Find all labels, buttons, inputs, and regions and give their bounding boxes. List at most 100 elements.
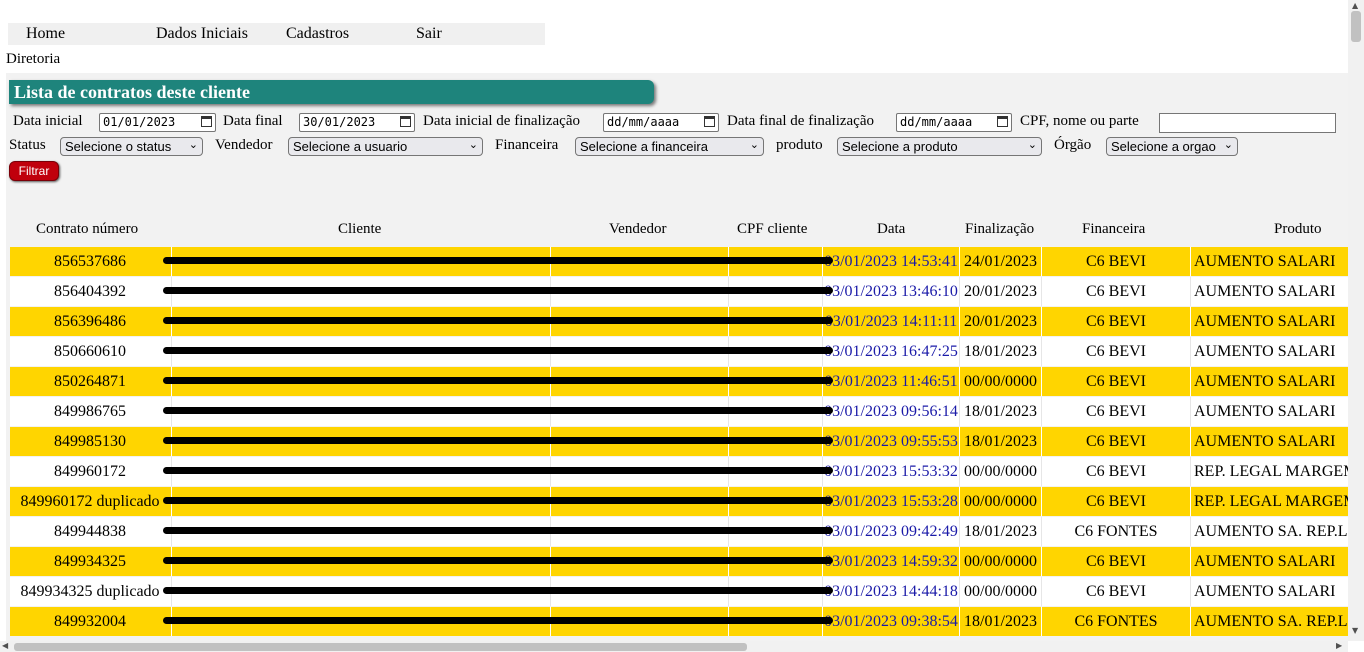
cell-data[interactable]: 03/01/2023 11:46:51 [823, 367, 959, 396]
cell-finalizacao: 18/01/2023 [964, 403, 1037, 420]
scroll-right-icon[interactable]: ▶ [1336, 641, 1342, 650]
cell-data[interactable]: 03/01/2023 09:42:49 [823, 517, 959, 546]
vendedor-select-value: Selecione a usuario [293, 139, 408, 154]
table-row[interactable]: 849934325 duplicado 03/01/2023 14:44:18 00… [10, 577, 1348, 606]
cell-data[interactable]: 03/01/2023 09:38:54 [823, 607, 959, 636]
vertical-scroll-thumb[interactable] [1351, 11, 1361, 42]
financeira-select-value: Selecione a financeira [580, 139, 708, 154]
chevron-down-icon: ⌄ [1223, 139, 1233, 151]
cell-financeira: C6 BEVI [1086, 343, 1146, 360]
calendar-icon[interactable] [997, 116, 1008, 127]
data-inicial-finalizacao-input[interactable]: dd/mm/aaaa [603, 113, 719, 132]
table-row[interactable]: 856537686 03/01/2023 14:53:41 24/01/2023 C6… [10, 247, 1348, 276]
header-data: Data [877, 221, 906, 237]
cell-contrato: 849934325 [54, 553, 126, 570]
header-contrato: Contrato número [36, 221, 139, 237]
cell-data[interactable]: 03/01/2023 14:44:18 [823, 577, 959, 606]
nav-cadastros[interactable]: Cadastros [286, 25, 349, 43]
redaction-bar [163, 467, 833, 474]
orgao-select-value: Selecione a orgao [1111, 139, 1216, 154]
cell-financeira: C6 FONTES [1074, 523, 1158, 540]
chevron-down-icon: ⌄ [749, 139, 759, 151]
data-inicial-input[interactable]: 01/01/2023 [99, 113, 216, 132]
status-select[interactable]: Selecione o status ⌄ [60, 137, 203, 156]
table-row[interactable]: 849986765 03/01/2023 09:56:14 18/01/2023 C6… [10, 397, 1348, 426]
nav-home[interactable]: Home [26, 25, 65, 43]
cell-data[interactable]: 03/01/2023 15:53:28 [823, 487, 959, 516]
cell-contrato: 849960172 duplicado [20, 493, 160, 510]
cell-financeira: C6 BEVI [1086, 373, 1146, 390]
data-inicial-finalizacao-label: Data inicial de finalização [423, 113, 580, 129]
redaction-bar [163, 587, 833, 594]
financeira-select[interactable]: Selecione a financeira ⌄ [575, 137, 764, 156]
scroll-down-icon[interactable]: ▼ [1352, 626, 1358, 635]
cell-produto: REP. LEGAL MARGEM [1194, 493, 1348, 510]
cell-data[interactable]: 03/01/2023 16:47:25 [823, 337, 959, 366]
orgao-select[interactable]: Selecione a orgao ⌄ [1106, 137, 1238, 156]
redaction-bar [163, 347, 833, 354]
table-row[interactable]: 849944838 03/01/2023 09:42:49 18/01/2023 C6… [10, 517, 1348, 546]
status-label: Status [9, 137, 46, 153]
cell-finalizacao: 18/01/2023 [964, 433, 1037, 450]
cell-finalizacao: 18/01/2023 [964, 343, 1037, 360]
vertical-scrollbar[interactable]: ▲ ▼ [1348, 0, 1364, 641]
header-finalizacao: Finalização [965, 221, 1035, 237]
vendedor-label: Vendedor [215, 137, 273, 153]
redaction-bar [163, 407, 833, 414]
table-row[interactable]: 850264871 03/01/2023 11:46:51 00/00/0000 C6… [10, 367, 1348, 396]
cell-data[interactable]: 03/01/2023 14:11:11 [823, 307, 959, 336]
cell-financeira: C6 BEVI [1086, 283, 1146, 300]
cell-contrato: 849960172 [54, 463, 126, 480]
horizontal-scroll-thumb[interactable] [14, 643, 747, 651]
calendar-icon[interactable] [400, 116, 411, 127]
cell-financeira: C6 BEVI [1086, 433, 1146, 450]
cell-data[interactable]: 03/01/2023 09:55:53 [823, 427, 959, 456]
nav-dados-iniciais[interactable]: Dados Iniciais [156, 25, 248, 43]
vendedor-select[interactable]: Selecione a usuario ⌄ [288, 137, 483, 156]
cell-financeira: C6 BEVI [1086, 583, 1146, 600]
calendar-icon[interactable] [201, 116, 212, 127]
cell-produto: AUMENTO SALARI [1194, 373, 1336, 390]
cell-produto: AUMENTO SA. REP.L [1194, 523, 1348, 540]
cell-data[interactable]: 03/01/2023 14:59:32 [823, 547, 959, 576]
cell-financeira: C6 BEVI [1086, 313, 1146, 330]
cell-produto: AUMENTO SALARI [1194, 583, 1336, 600]
nav-sair[interactable]: Sair [416, 25, 442, 43]
table-row[interactable]: 849932004 03/01/2023 09:38:54 18/01/2023 C6… [10, 607, 1348, 636]
header-cpf: CPF cliente [737, 221, 808, 237]
cell-finalizacao: 18/01/2023 [964, 613, 1037, 630]
cell-contrato: 849932004 [54, 613, 126, 630]
scroll-up-icon[interactable]: ▲ [1352, 1, 1358, 10]
scroll-left-icon[interactable]: ◀ [2, 641, 8, 650]
calendar-icon[interactable] [704, 116, 715, 127]
cell-contrato: 850264871 [54, 373, 126, 390]
filtrar-button[interactable]: Filtrar [9, 161, 59, 181]
redaction-bar [163, 287, 833, 294]
table-row[interactable]: 856404392 03/01/2023 13:46:10 20/01/2023 C6… [10, 277, 1348, 306]
cell-produto: AUMENTO SALARI [1194, 343, 1336, 360]
horizontal-scrollbar[interactable]: ◀ ▶ [0, 641, 1348, 652]
data-inicial-finalizacao-value: dd/mm/aaaa [607, 115, 680, 129]
cell-financeira: C6 BEVI [1086, 253, 1146, 270]
cell-produto: AUMENTO SA. REP.L [1194, 613, 1348, 630]
redaction-bar [163, 527, 833, 534]
cell-data[interactable]: 03/01/2023 14:53:41 [823, 247, 959, 276]
table-row[interactable]: 849960172 03/01/2023 15:53:32 00/00/0000 C6… [10, 457, 1348, 486]
cell-produto: AUMENTO SALARI [1194, 553, 1336, 570]
table-row[interactable]: 856396486 03/01/2023 14:11:11 20/01/2023 C6… [10, 307, 1348, 336]
cell-contrato: 849986765 [54, 403, 126, 420]
data-final-finalizacao-input[interactable]: dd/mm/aaaa [896, 113, 1012, 132]
table-row[interactable]: 849934325 03/01/2023 14:59:32 00/00/0000 C6… [10, 547, 1348, 576]
cpf-search-input[interactable] [1159, 113, 1336, 133]
cell-data[interactable]: 03/01/2023 13:46:10 [823, 277, 959, 306]
table-row[interactable]: 849985130 03/01/2023 09:55:53 18/01/2023 C6… [10, 427, 1348, 456]
cell-data[interactable]: 03/01/2023 15:53:32 [823, 457, 959, 486]
table-row[interactable]: 850660610 03/01/2023 16:47:25 18/01/2023 C6… [10, 337, 1348, 366]
cell-data[interactable]: 03/01/2023 09:56:14 [823, 397, 959, 426]
data-final-input[interactable]: 30/01/2023 [299, 113, 415, 132]
orgao-label: Órgão [1054, 137, 1092, 153]
table-row[interactable]: 849960172 duplicado 03/01/2023 15:53:28 00… [10, 487, 1348, 516]
financeira-label: Financeira [495, 137, 559, 153]
data-inicial-label: Data inicial [13, 113, 83, 129]
produto-select[interactable]: Selecione a produto ⌄ [837, 137, 1042, 156]
